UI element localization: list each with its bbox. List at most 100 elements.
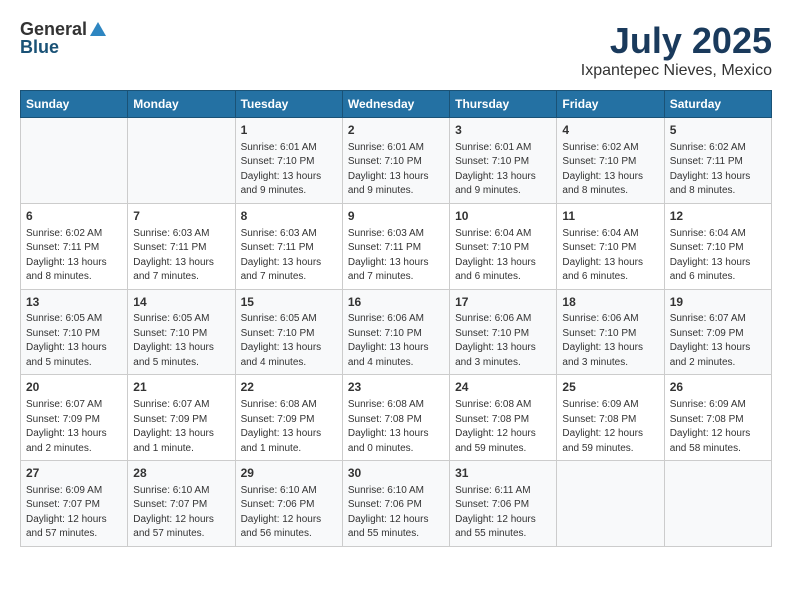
table-row: 28Sunrise: 6:10 AM Sunset: 7:07 PM Dayli… bbox=[128, 461, 235, 547]
day-info: Sunrise: 6:02 AM Sunset: 7:11 PM Dayligh… bbox=[670, 141, 766, 199]
table-row: 26 Sunrise: 6:09 AM Sunset: 7:08 PM Dayli… bbox=[664, 375, 771, 461]
header-saturday: Saturday bbox=[664, 91, 771, 118]
day-number: 22 bbox=[241, 379, 337, 396]
table-row: 17Sunrise: 6:06 AM Sunset: 7:10 PM Dayli… bbox=[450, 289, 557, 375]
day-info: Sunrise: 6:01 AM Sunset: 7:10 PM Dayligh… bbox=[348, 141, 444, 199]
table-row: 21 Sunrise: 6:07 AM Sunset: 7:09 PM Dayli… bbox=[128, 375, 235, 461]
table-row: 13Sunrise: 6:05 AM Sunset: 7:10 PM Dayli… bbox=[21, 289, 128, 375]
table-row: 24Sunrise: 6:08 AM Sunset: 7:08 PM Dayli… bbox=[450, 375, 557, 461]
table-row: 8 Sunrise: 6:03 AM Sunset: 7:11 PM Daylig… bbox=[235, 203, 342, 289]
table-row: 31Sunrise: 6:11 AM Sunset: 7:06 PM Dayli… bbox=[450, 461, 557, 547]
calendar-week-row: 13Sunrise: 6:05 AM Sunset: 7:10 PM Dayli… bbox=[21, 289, 772, 375]
day-info: Sunrise: 6:01 AM Sunset: 7:10 PM Dayligh… bbox=[241, 141, 337, 199]
day-info: Sunrise: 6:09 AM Sunset: 7:08 PM Dayligh… bbox=[670, 398, 766, 456]
header-thursday: Thursday bbox=[450, 91, 557, 118]
calendar-table: Sunday Monday Tuesday Wednesday Thursday… bbox=[20, 90, 772, 547]
logo-general-text: General bbox=[20, 20, 87, 38]
day-number: 17 bbox=[455, 294, 551, 311]
table-row bbox=[664, 461, 771, 547]
day-number: 28 bbox=[133, 465, 229, 482]
day-info: Sunrise: 6:10 AM Sunset: 7:06 PM Dayligh… bbox=[348, 484, 444, 542]
table-row: 2 Sunrise: 6:01 AM Sunset: 7:10 PM Daylig… bbox=[342, 118, 449, 204]
table-row: 27 Sunrise: 6:09 AM Sunset: 7:07 PM Dayli… bbox=[21, 461, 128, 547]
calendar-week-row: 27 Sunrise: 6:09 AM Sunset: 7:07 PM Dayli… bbox=[21, 461, 772, 547]
logo-icon bbox=[89, 20, 107, 38]
day-info: Sunrise: 6:07 AM Sunset: 7:09 PM Dayligh… bbox=[670, 312, 766, 370]
day-info: Sunrise: 6:05 AM Sunset: 7:10 PM Dayligh… bbox=[133, 312, 229, 370]
day-info: Sunrise: 6:11 AM Sunset: 7:06 PM Dayligh… bbox=[455, 484, 551, 542]
table-row: 12 Sunrise: 6:04 AM Sunset: 7:10 PM Dayli… bbox=[664, 203, 771, 289]
day-info: Sunrise: 6:09 AM Sunset: 7:08 PM Dayligh… bbox=[562, 398, 658, 456]
table-row bbox=[557, 461, 664, 547]
page-header: General Blue July 2025 Ixpantepec Nieves… bbox=[20, 20, 772, 80]
day-number: 14 bbox=[133, 294, 229, 311]
table-row: 4 Sunrise: 6:02 AM Sunset: 7:10 PM Daylig… bbox=[557, 118, 664, 204]
table-row: 14Sunrise: 6:05 AM Sunset: 7:10 PM Dayli… bbox=[128, 289, 235, 375]
day-number: 27 bbox=[26, 465, 122, 482]
table-row: 19Sunrise: 6:07 AM Sunset: 7:09 PM Dayli… bbox=[664, 289, 771, 375]
day-info: Sunrise: 6:06 AM Sunset: 7:10 PM Dayligh… bbox=[562, 312, 658, 370]
header-tuesday: Tuesday bbox=[235, 91, 342, 118]
day-info: Sunrise: 6:04 AM Sunset: 7:10 PM Dayligh… bbox=[562, 227, 658, 285]
day-number: 2 bbox=[348, 122, 444, 139]
day-number: 10 bbox=[455, 208, 551, 225]
day-number: 26 bbox=[670, 379, 766, 396]
table-row: 5 Sunrise: 6:02 AM Sunset: 7:11 PM Daylig… bbox=[664, 118, 771, 204]
day-info: Sunrise: 6:07 AM Sunset: 7:09 PM Dayligh… bbox=[26, 398, 122, 456]
calendar-week-row: 1Sunrise: 6:01 AM Sunset: 7:10 PM Daylig… bbox=[21, 118, 772, 204]
calendar-week-row: 6Sunrise: 6:02 AM Sunset: 7:11 PM Daylig… bbox=[21, 203, 772, 289]
day-number: 12 bbox=[670, 208, 766, 225]
header-wednesday: Wednesday bbox=[342, 91, 449, 118]
day-info: Sunrise: 6:06 AM Sunset: 7:10 PM Dayligh… bbox=[348, 312, 444, 370]
day-number: 4 bbox=[562, 122, 658, 139]
table-row: 10Sunrise: 6:04 AM Sunset: 7:10 PM Dayli… bbox=[450, 203, 557, 289]
day-number: 15 bbox=[241, 294, 337, 311]
day-number: 11 bbox=[562, 208, 658, 225]
logo: General Blue bbox=[20, 20, 107, 56]
weekday-header-row: Sunday Monday Tuesday Wednesday Thursday… bbox=[21, 91, 772, 118]
day-info: Sunrise: 6:05 AM Sunset: 7:10 PM Dayligh… bbox=[26, 312, 122, 370]
header-monday: Monday bbox=[128, 91, 235, 118]
day-number: 19 bbox=[670, 294, 766, 311]
day-info: Sunrise: 6:06 AM Sunset: 7:10 PM Dayligh… bbox=[455, 312, 551, 370]
table-row: 9 Sunrise: 6:03 AM Sunset: 7:11 PM Daylig… bbox=[342, 203, 449, 289]
day-info: Sunrise: 6:09 AM Sunset: 7:07 PM Dayligh… bbox=[26, 484, 122, 542]
day-number: 6 bbox=[26, 208, 122, 225]
table-row: 23 Sunrise: 6:08 AM Sunset: 7:08 PM Dayli… bbox=[342, 375, 449, 461]
day-info: Sunrise: 6:03 AM Sunset: 7:11 PM Dayligh… bbox=[241, 227, 337, 285]
day-number: 8 bbox=[241, 208, 337, 225]
table-row: 3 Sunrise: 6:01 AM Sunset: 7:10 PM Daylig… bbox=[450, 118, 557, 204]
day-number: 5 bbox=[670, 122, 766, 139]
day-info: Sunrise: 6:03 AM Sunset: 7:11 PM Dayligh… bbox=[133, 227, 229, 285]
table-row bbox=[128, 118, 235, 204]
month-title: July 2025 bbox=[581, 20, 772, 62]
day-info: Sunrise: 6:02 AM Sunset: 7:10 PM Dayligh… bbox=[562, 141, 658, 199]
day-number: 29 bbox=[241, 465, 337, 482]
day-info: Sunrise: 6:04 AM Sunset: 7:10 PM Dayligh… bbox=[670, 227, 766, 285]
location-title: Ixpantepec Nieves, Mexico bbox=[581, 62, 772, 80]
day-info: Sunrise: 6:08 AM Sunset: 7:08 PM Dayligh… bbox=[455, 398, 551, 456]
day-number: 21 bbox=[133, 379, 229, 396]
day-info: Sunrise: 6:08 AM Sunset: 7:08 PM Dayligh… bbox=[348, 398, 444, 456]
table-row: 6Sunrise: 6:02 AM Sunset: 7:11 PM Daylig… bbox=[21, 203, 128, 289]
day-number: 3 bbox=[455, 122, 551, 139]
header-sunday: Sunday bbox=[21, 91, 128, 118]
day-info: Sunrise: 6:01 AM Sunset: 7:10 PM Dayligh… bbox=[455, 141, 551, 199]
day-number: 9 bbox=[348, 208, 444, 225]
day-number: 16 bbox=[348, 294, 444, 311]
day-number: 20 bbox=[26, 379, 122, 396]
day-number: 7 bbox=[133, 208, 229, 225]
table-row: 29Sunrise: 6:10 AM Sunset: 7:06 PM Dayli… bbox=[235, 461, 342, 547]
day-number: 23 bbox=[348, 379, 444, 396]
table-row: 15Sunrise: 6:05 AM Sunset: 7:10 PM Dayli… bbox=[235, 289, 342, 375]
header-friday: Friday bbox=[557, 91, 664, 118]
table-row: 11 Sunrise: 6:04 AM Sunset: 7:10 PM Dayli… bbox=[557, 203, 664, 289]
table-row: 7 Sunrise: 6:03 AM Sunset: 7:11 PM Daylig… bbox=[128, 203, 235, 289]
day-info: Sunrise: 6:07 AM Sunset: 7:09 PM Dayligh… bbox=[133, 398, 229, 456]
day-number: 25 bbox=[562, 379, 658, 396]
table-row: 1Sunrise: 6:01 AM Sunset: 7:10 PM Daylig… bbox=[235, 118, 342, 204]
day-info: Sunrise: 6:05 AM Sunset: 7:10 PM Dayligh… bbox=[241, 312, 337, 370]
logo-blue-text: Blue bbox=[20, 38, 107, 56]
table-row bbox=[21, 118, 128, 204]
day-info: Sunrise: 6:03 AM Sunset: 7:11 PM Dayligh… bbox=[348, 227, 444, 285]
